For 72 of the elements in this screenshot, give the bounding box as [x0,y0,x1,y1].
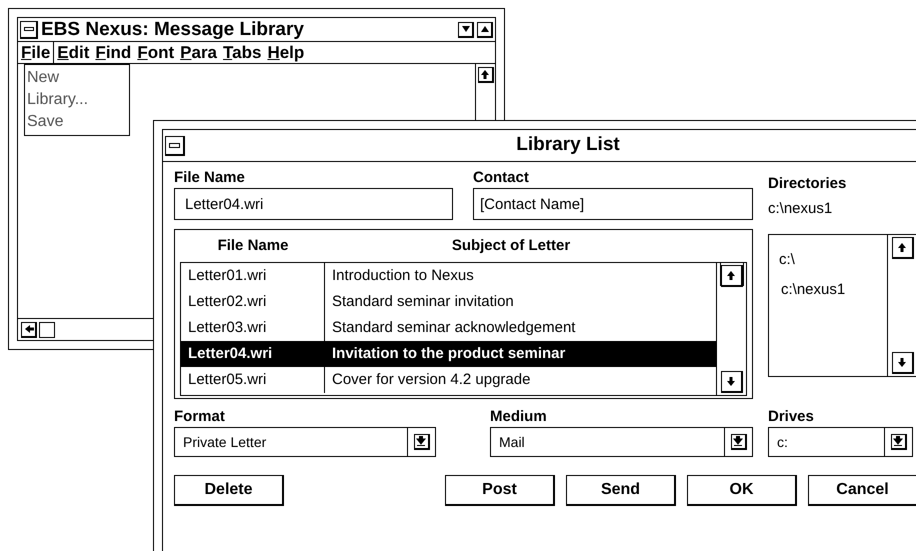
scroll-left-button[interactable] [21,322,37,338]
table-cell-text: Standard seminar acknowledgement [331,318,576,338]
maximize-button[interactable] [477,22,493,38]
menu-item[interactable]: File [18,42,54,63]
current-directory: c:\nexus1 [768,199,834,219]
drop-arrow-icon [893,436,903,447]
up-arrow-icon [480,69,490,80]
menu-option[interactable]: New [25,67,129,89]
table-cell-text: Standard seminar invitation [331,292,515,312]
contact-field[interactable]: [Contact Name] [473,188,753,220]
triangle-down-icon [460,24,470,34]
table-row[interactable]: Letter05.wri Cover for version 4.2 upgrade [181,367,716,393]
menu-item[interactable]: Font [134,42,178,63]
table-cell-text: Cover for version 4.2 upgrade [331,370,532,390]
menu-item[interactable]: Para [177,42,220,63]
table-cell: Letter01.wri [181,263,325,289]
menu-item[interactable]: Tabs [220,42,264,63]
scroll-up-button[interactable] [892,237,914,259]
menu-item[interactable]: Edit [54,42,92,63]
dialog-title: Library List [515,133,621,158]
field-label: File Name [174,168,246,188]
down-arrow-icon [726,376,736,387]
dialog-button[interactable]: Send [566,475,676,506]
triangle-up-icon [480,24,490,34]
dialog-button[interactable]: Delete [174,475,284,506]
system-menu-button[interactable] [20,20,38,38]
minimize-button[interactable] [458,22,474,38]
file-name-field[interactable]: Letter04.wri [174,188,453,220]
directory-item[interactable]: c:\ [779,245,887,275]
dialog-button[interactable]: Post [445,475,555,506]
dropdown-value: Mail [498,432,526,452]
directory-item[interactable]: c:\nexus1 [779,275,887,305]
dropdown[interactable]: Mail [490,427,753,457]
field-label: Directories [768,174,848,194]
dropdown-button[interactable] [890,434,906,450]
dropdown-button[interactable] [414,434,430,450]
field-label: Drives [768,407,815,427]
dropdown-value: c: [776,432,789,452]
dialog-button[interactable]: Cancel [808,475,916,506]
field-label: Format [174,407,226,427]
system-menu-button[interactable] [165,136,185,156]
table-cell: Letter02.wri [181,289,325,315]
up-arrow-icon [726,270,736,281]
up-arrow-icon [897,242,907,253]
table-cell-text: Invitation to the product seminar [331,344,566,364]
field-label: Medium [490,407,548,427]
menu-item[interactable]: Help [264,42,308,63]
dropdown-value: Private Letter [182,432,268,452]
scroll-up-button[interactable] [478,67,494,83]
scroll-down-button[interactable] [892,352,914,374]
table-row[interactable]: Letter04.wri Invitation to the product seminar [181,341,716,367]
down-arrow-icon [897,357,907,368]
dropdown-button[interactable] [730,434,746,450]
column-header: Subject of Letter [450,236,572,256]
table-row[interactable]: Letter01.wri Introduction to Nexus [181,263,716,289]
table-cell-text: Letter04.wri [187,344,274,364]
table-cell: Letter05.wri [181,367,325,393]
left-arrow-icon [24,324,34,334]
menu-option[interactable]: Library... [25,89,129,111]
scroll-down-button[interactable] [720,371,742,393]
window-title: EBS Nexus: Message Library [41,20,305,39]
dropdown[interactable]: Private Letter [174,427,436,457]
column-header: File Name [216,236,290,256]
drop-arrow-icon [416,436,426,447]
table-cell-text: Introduction to Nexus [331,266,475,286]
dropdown[interactable]: c: [768,427,913,457]
menu-option[interactable]: Save [25,111,129,133]
menu-item[interactable]: Find [92,42,134,63]
dialog-button[interactable]: OK [687,475,797,506]
drop-arrow-icon [733,436,743,447]
table-row[interactable]: Letter02.wri Standard seminar invitation [181,289,716,315]
field-label: Contact [473,168,530,188]
